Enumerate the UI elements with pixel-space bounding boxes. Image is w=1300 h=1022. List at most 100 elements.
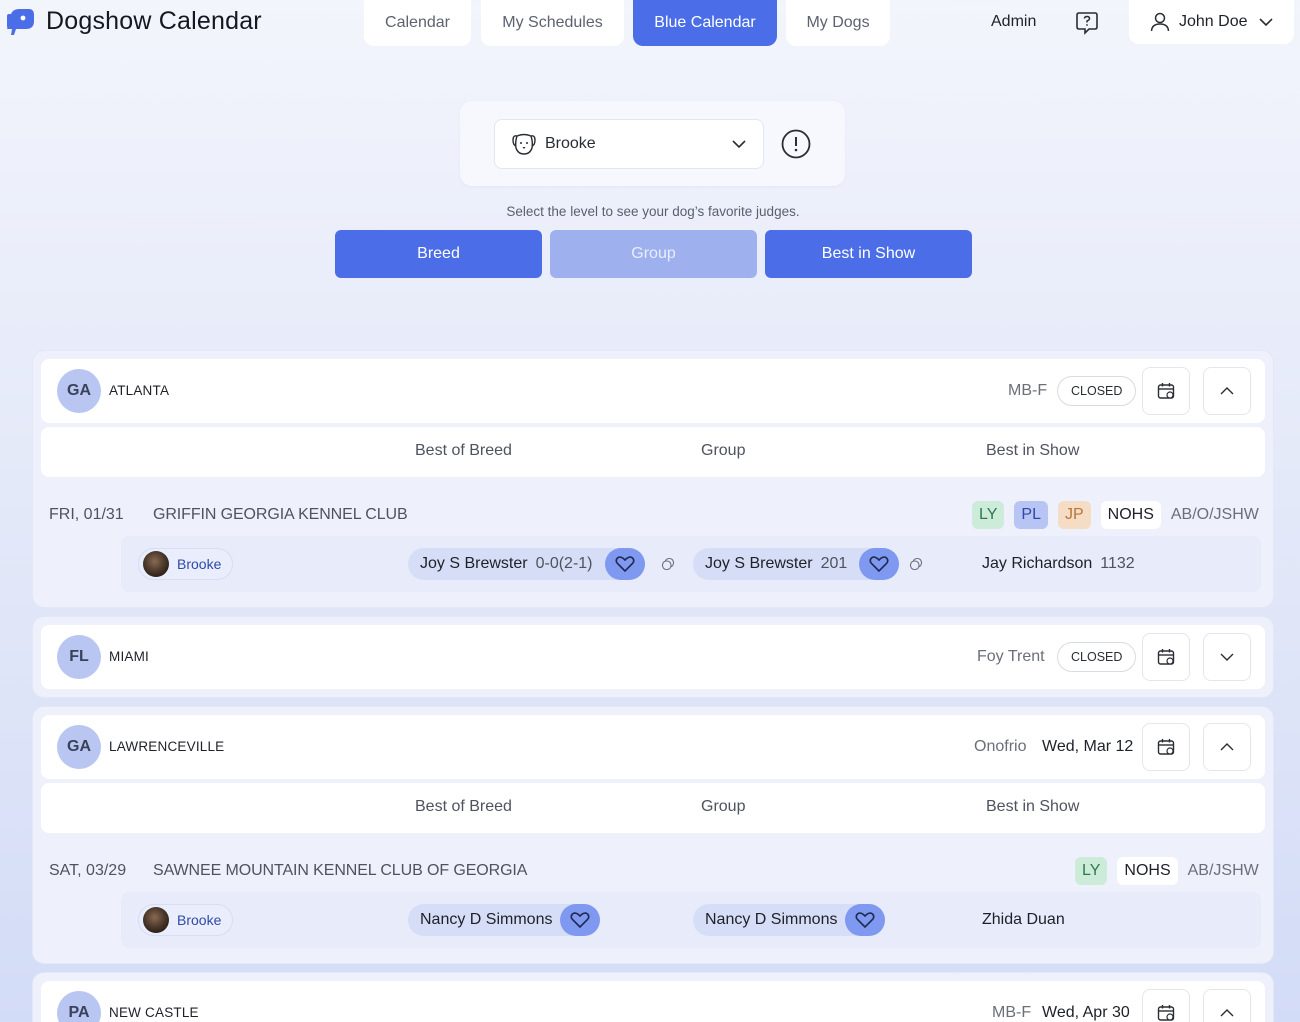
copy-icon[interactable] [909,557,923,571]
tag-ly: LY [1075,857,1108,885]
show-superintendent: MB-F [992,1004,1032,1021]
add-to-calendar-button[interactable] [1142,723,1190,771]
level-group-button[interactable]: Group [550,230,757,278]
user-menu[interactable]: John Doe [1129,0,1294,44]
tab-my-dogs[interactable]: My Dogs [786,0,890,46]
tag-nohs: NOHS [1100,501,1161,529]
show-superintendent: MB-F [1008,382,1048,399]
dog-face-icon [512,133,536,155]
heart-icon [614,556,635,573]
collapse-button[interactable] [1203,367,1251,415]
app-logo[interactable]: Dogshow Calendar [4,5,262,37]
app-title: Dogshow Calendar [46,6,262,35]
dog-avatar [143,551,169,577]
calendar-add-icon [1157,649,1175,665]
level-hint: Select the level to see your dog’s favor… [506,204,800,219]
state-avatar: GA [57,725,101,769]
judge-chip-bob[interactable]: Joy S Brewster 0-0(2-1) [408,548,645,580]
dog-avatar [143,907,169,933]
column-headers: Best of Breed Group Best in Show [41,783,1265,833]
show-header[interactable]: GA LAWRENCEVILLE Onofrio Wed, Mar 12 [41,715,1265,779]
expand-button[interactable] [1203,633,1251,681]
chevron-down-icon [1220,653,1234,661]
tab-label: My Schedules [502,14,603,31]
show-header[interactable]: PA NEW CASTLE MB-F Wed, Apr 30 [41,981,1265,1022]
tab-my-schedules[interactable]: My Schedules [481,0,624,46]
judge-name: Nancy D Simmons [420,911,553,928]
judge-score: 0-0(2-1) [535,555,593,572]
state-avatar: PA [57,991,101,1022]
dog-chip[interactable]: Brooke [138,904,234,936]
tab-blue-calendar[interactable]: Blue Calendar [633,0,777,46]
collapse-button[interactable] [1203,989,1251,1022]
restriction: AB/O/JSHW [1170,506,1259,523]
level-best-in-show-button[interactable]: Best in Show [765,230,972,278]
info-alert-icon[interactable] [780,128,812,160]
tag-ly: LY [972,501,1005,529]
dog-select[interactable]: Brooke [494,119,764,169]
dog-logo-icon [7,9,34,35]
judge-name: Jay Richardson [982,555,1093,572]
tag-jp: JP [1057,501,1091,529]
copy-icon[interactable] [661,557,675,571]
level-label: Best in Show [821,245,916,262]
judge-name: Nancy D Simmons [705,911,838,928]
show-city: MIAMI [109,649,149,664]
tab-calendar[interactable]: Calendar [364,0,471,46]
status-badge: CLOSED [1057,642,1137,672]
chevron-down-icon [732,140,746,149]
add-to-calendar-button[interactable] [1142,989,1190,1022]
favorite-heart-button[interactable] [560,904,601,936]
heart-icon [869,556,889,573]
col-best-of-breed: Best of Breed [415,442,512,459]
restriction: AB/JSHW [1187,862,1259,879]
show-header[interactable]: FL MIAMI Foy Trent CLOSED [41,625,1265,689]
level-label: Breed [417,245,460,262]
judge-score: 201 [820,555,848,572]
favorite-heart-button[interactable] [859,548,900,580]
calendar-add-icon [1157,1005,1175,1021]
judge-chip-group[interactable]: Nancy D Simmons [693,904,886,936]
status-badge: CLOSED [1057,376,1137,406]
entry-row: Brooke Joy S Brewster 0-0(2-1) Joy S Bre… [121,536,1261,592]
add-to-calendar-button[interactable] [1142,633,1190,681]
tab-label: My Dogs [806,14,870,31]
state-avatar: FL [57,635,101,679]
dog-chip[interactable]: Brooke [138,548,234,580]
tag-pl: PL [1014,501,1048,529]
column-headers: Best of Breed Group Best in Show [41,427,1265,477]
heart-icon [855,912,876,929]
tab-label: Blue Calendar [654,14,756,31]
show-city: LAWRENCEVILLE [109,739,225,754]
show-header[interactable]: GA ATLANTA MB-F CLOSED [41,359,1265,423]
user-icon [1150,12,1170,32]
favorite-heart-button[interactable] [845,904,886,936]
event-tags: LY PL JP NOHS AB/O/JSHW [972,501,1259,529]
event-date: FRI, 01/31 [49,506,124,523]
collapse-button[interactable] [1203,723,1251,771]
level-breed-button[interactable]: Breed [335,230,542,278]
judge-chip-group[interactable]: Joy S Brewster 201 [693,548,900,580]
add-to-calendar-button[interactable] [1142,367,1190,415]
show-superintendent: Foy Trent [977,648,1045,665]
favorite-heart-button[interactable] [604,548,645,580]
show-city: NEW CASTLE [109,1005,199,1020]
col-best-in-show: Best in Show [986,442,1080,459]
heart-icon [570,912,591,929]
club-name: GRIFFIN GEORGIA KENNEL CLUB [153,506,408,523]
dog-name: Brooke [177,556,222,572]
chevron-down-icon [1258,18,1273,27]
col-best-in-show: Best in Show [986,798,1080,815]
level-label: Group [631,245,676,262]
help-chat-icon[interactable] [1074,10,1100,36]
col-best-of-breed: Best of Breed [415,798,512,815]
chevron-up-icon [1220,743,1234,751]
tab-label: Calendar [385,14,450,31]
admin-link[interactable]: Admin [991,13,1036,31]
judge-name: Joy S Brewster [420,555,528,572]
dog-name: Brooke [177,912,222,928]
judge-bis: Zhida Duan [982,911,1065,929]
judge-chip-bob[interactable]: Nancy D Simmons [408,904,601,936]
club-name: SAWNEE MOUNTAIN KENNEL CLUB OF GEORGIA [153,862,528,879]
judge-name: Zhida Duan [982,911,1065,928]
